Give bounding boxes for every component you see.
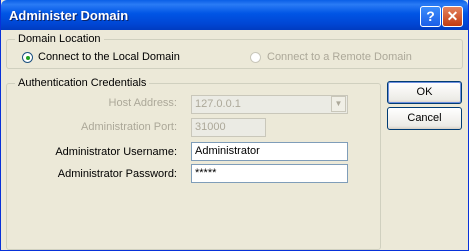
cancel-button[interactable]: Cancel [387, 107, 462, 130]
close-button[interactable]: ✕ [442, 6, 463, 27]
host-address-value: 127.0.0.1 [195, 98, 241, 110]
local-domain-label[interactable]: Connect to the Local Domain [38, 51, 180, 63]
admin-port-field: 31000 [191, 118, 266, 137]
window-title: Administer Domain [9, 8, 129, 23]
admin-password-value: ***** [195, 167, 217, 179]
chevron-down-icon: ▼ [331, 96, 346, 112]
remote-domain-radio [250, 52, 261, 63]
local-domain-radio[interactable] [22, 52, 33, 63]
admin-username-label: Administrator Username: [55, 146, 177, 158]
host-address-dropdown: 127.0.0.1 [191, 95, 348, 114]
admin-port-label: Administration Port: [81, 121, 177, 133]
domain-location-legend: Domain Location [15, 33, 104, 45]
admin-username-value: Administrator [195, 145, 260, 157]
help-icon: ? [426, 8, 435, 24]
radio-selected-dot [26, 56, 30, 60]
title-bar[interactable]: Administer Domain ? ✕ [1, 0, 468, 30]
admin-password-field[interactable]: ***** [191, 164, 348, 183]
administer-domain-dialog: Administer Domain ? ✕ Domain Location Co… [0, 0, 469, 251]
host-address-label: Host Address: [108, 97, 177, 109]
admin-port-value: 31000 [195, 121, 226, 133]
admin-password-label: Administrator Password: [57, 168, 177, 180]
remote-domain-label: Connect to a Remote Domain [267, 51, 412, 63]
ok-button[interactable]: OK [387, 81, 462, 104]
auth-credentials-legend: Authentication Credentials [15, 77, 150, 89]
close-icon: ✕ [446, 8, 459, 24]
admin-username-field[interactable]: Administrator [191, 142, 348, 161]
help-button[interactable]: ? [420, 6, 441, 27]
